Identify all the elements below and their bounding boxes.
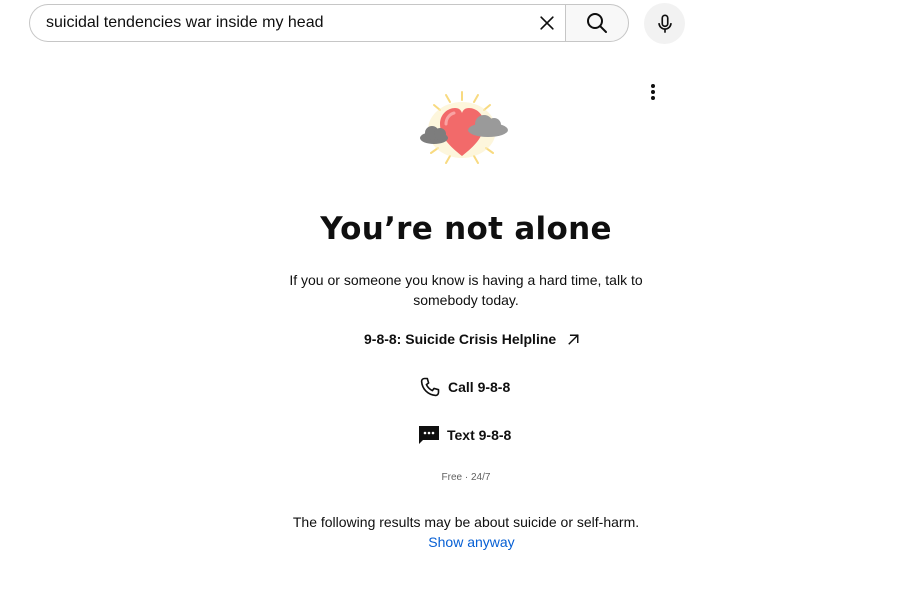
more-vert-icon — [651, 84, 655, 100]
crisis-headline: You’re not alone — [320, 211, 612, 247]
helpline-label: 9-8-8: Suicide Crisis Helpline — [364, 331, 557, 347]
phone-icon — [418, 375, 442, 399]
crisis-subtext: If you or someone you know is having a h… — [289, 272, 643, 308]
message-icon — [417, 423, 441, 447]
text-helpline-button[interactable]: Text 9-8-8 — [417, 422, 511, 448]
call-helpline-button[interactable]: Call 9-8-8 — [418, 374, 510, 400]
clear-search-button[interactable] — [530, 6, 564, 40]
close-icon — [540, 16, 554, 30]
search-button[interactable] — [565, 4, 629, 42]
external-link-arrow-icon — [565, 331, 582, 348]
text-label: Text 9-8-8 — [447, 427, 512, 443]
call-label: Call 9-8-8 — [448, 379, 511, 395]
search-icon — [587, 13, 607, 33]
voice-search-button[interactable] — [644, 3, 685, 44]
search-input[interactable] — [46, 11, 530, 35]
show-anyway-link[interactable]: Show anyway — [0, 534, 905, 550]
availability-note: Free · 24/7 — [441, 472, 491, 483]
results-warning-text: The following results may be about suici… — [292, 514, 640, 530]
heart-with-clouds-icon — [420, 91, 508, 164]
helpline-link[interactable]: 9-8-8: Suicide Crisis Helpline — [364, 329, 582, 349]
more-options-button[interactable] — [640, 79, 666, 105]
search-box[interactable] — [29, 4, 565, 42]
microphone-icon — [657, 13, 672, 33]
